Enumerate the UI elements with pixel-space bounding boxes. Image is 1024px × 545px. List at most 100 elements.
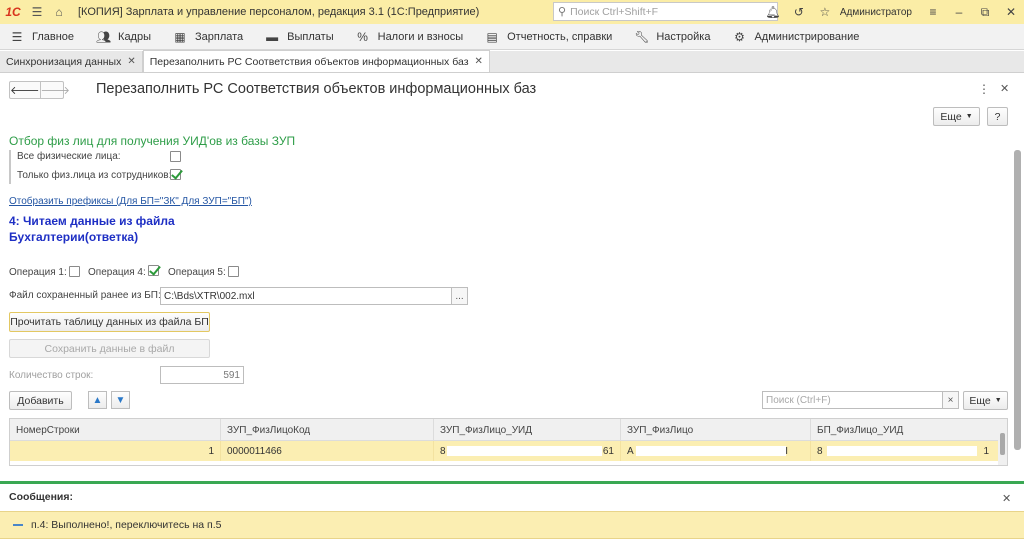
- global-search-input[interactable]: ⚲ Поиск Ctrl+Shift+F: [553, 2, 778, 21]
- move-up-icon[interactable]: ▲: [88, 391, 107, 409]
- history-nav: 🡐 🡒: [9, 81, 70, 99]
- form-close-icon[interactable]: ✕: [1000, 82, 1009, 95]
- tab-refill-register[interactable]: Перезаполнить РС Соответствия объектов и…: [142, 50, 490, 72]
- all-persons-label: Все физические лица:: [17, 151, 121, 162]
- tab-sync-data[interactable]: Синхронизация данных ✕: [0, 51, 143, 72]
- bell-icon[interactable]: 🔔︎: [760, 5, 786, 19]
- global-search-placeholder: Поиск Ctrl+Shift+F: [570, 5, 659, 18]
- window-title-bar: 1С ☰ ⌂ [КОПИЯ] Зарплата и управление пер…: [0, 0, 1024, 24]
- report-icon: ▤: [486, 29, 498, 44]
- operation-1-checkbox[interactable]: [69, 266, 80, 277]
- wrench-icon: 🔧︎: [634, 29, 650, 44]
- browse-file-button[interactable]: ...: [451, 287, 468, 305]
- home-icon[interactable]: ⌂: [48, 0, 70, 24]
- title-bar-controls: 🔔︎ ↺ ☆ Администратор ≡ – ⧉ ✕: [760, 0, 1024, 24]
- table-scrollbar-thumb[interactable]: [1000, 433, 1005, 455]
- menu-item-settings[interactable]: 🔧︎ Настройка: [624, 24, 722, 50]
- hamburger-icon[interactable]: ☰: [26, 0, 48, 24]
- menu-item-main[interactable]: ☰ Главное: [0, 24, 86, 50]
- read-table-button[interactable]: Прочитать таблицу данных из файла БП: [9, 312, 210, 332]
- minimize-icon[interactable]: –: [946, 5, 972, 19]
- menu-item-reports[interactable]: ▤ Отчетность, справки: [475, 24, 624, 50]
- column-header[interactable]: БП_ФизЛицо_УИД: [811, 419, 999, 441]
- messages-title: Сообщения:: [9, 491, 74, 503]
- operation-4-label: Операция 4:: [88, 267, 146, 278]
- employees-only-checkbox[interactable]: [170, 169, 181, 180]
- table-search-input[interactable]: Поиск (Ctrl+F): [762, 391, 944, 409]
- help-button[interactable]: ?: [987, 107, 1008, 126]
- file-path-field[interactable]: C:\Bds\XTR\002.mxl: [160, 287, 452, 305]
- step-title: 4: Читаем данные из файла Бухгалтерии(от…: [9, 214, 175, 244]
- tab-close-icon[interactable]: ✕: [475, 56, 483, 67]
- row-count-label: Количество строк:: [9, 370, 94, 381]
- all-persons-checkbox[interactable]: [170, 151, 181, 162]
- form-title: Перезаполнить РС Соответствия объектов и…: [96, 81, 537, 97]
- message-marker-icon: [13, 524, 23, 526]
- menu-item-taxes[interactable]: % Налоги и взносы: [346, 24, 476, 50]
- close-icon[interactable]: ✕: [998, 5, 1024, 19]
- show-prefixes-link[interactable]: Отобразить префиксы (Для БП="ЗК" Для ЗУП…: [9, 196, 252, 207]
- group-divider: [9, 150, 11, 184]
- table-scrollbar[interactable]: [998, 419, 1007, 465]
- employees-only-label: Только физ.лица из сотрудников:: [17, 170, 172, 181]
- operation-1-label: Операция 1:: [9, 267, 67, 278]
- search-icon: ⚲: [558, 6, 567, 18]
- tab-close-icon[interactable]: ✕: [127, 56, 135, 67]
- menu-lines-icon[interactable]: ≡: [920, 5, 946, 19]
- calculator-icon: ▦: [174, 29, 186, 44]
- restore-icon[interactable]: ⧉: [972, 5, 998, 20]
- message-text: п.4: Выполнено!, переключитесь на п.5: [31, 519, 222, 531]
- clear-search-icon[interactable]: ×: [942, 391, 959, 409]
- column-header[interactable]: ЗУП_ФизЛицоКод: [221, 419, 434, 441]
- dropdown-arrow-icon: ▼: [994, 397, 1002, 404]
- back-arrow-icon[interactable]: 🡐: [10, 82, 40, 98]
- menu-item-salary[interactable]: ▦ Зарплата: [163, 24, 255, 50]
- menu-item-hr[interactable]: 👥︎ Кадры: [86, 24, 163, 50]
- operation-4-checkbox[interactable]: [148, 265, 159, 276]
- app-title: [КОПИЯ] Зарплата и управление персоналом…: [78, 6, 480, 18]
- star-icon[interactable]: ☆: [812, 5, 838, 19]
- filter-group-title: Отбор физ лиц для получения УИД'ов из ба…: [9, 134, 296, 148]
- form-scrollbar-thumb[interactable]: [1014, 150, 1021, 450]
- row-count-field: 591: [160, 366, 244, 384]
- form-more-icon[interactable]: ⋮: [978, 82, 990, 96]
- forward-arrow-icon[interactable]: 🡒: [39, 82, 70, 98]
- table-header: НомерСтроки ЗУП_ФизЛицоКод ЗУП_ФизЛицо_У…: [10, 419, 999, 441]
- wallet-icon: ▬: [266, 29, 279, 44]
- menu-item-admin[interactable]: ⚙ Администрирование: [722, 24, 871, 50]
- redaction-mask: [447, 446, 602, 456]
- operation-5-checkbox[interactable]: [228, 266, 239, 277]
- menu-icon: ☰: [11, 29, 23, 44]
- form-more-button[interactable]: Еще ▼: [933, 107, 980, 126]
- cell-zup-uid: 8 61: [434, 441, 621, 461]
- column-header[interactable]: ЗУП_ФизЛицо: [621, 419, 811, 441]
- dropdown-arrow-icon: ▼: [965, 113, 973, 120]
- current-user[interactable]: Администратор: [840, 7, 912, 18]
- messages-separator: [0, 481, 1024, 484]
- redaction-mask: [827, 446, 977, 456]
- data-table: НомерСтроки ЗУП_ФизЛицоКод ЗУП_ФизЛицо_У…: [9, 418, 1008, 466]
- cell-bp-uid: 8 1: [817, 445, 989, 457]
- history-icon[interactable]: ↺: [786, 5, 812, 19]
- percent-icon: %: [357, 29, 368, 44]
- cell-zup-person: А I: [621, 441, 811, 461]
- add-row-button[interactable]: Добавить: [9, 391, 72, 410]
- column-header[interactable]: НомерСтроки: [10, 419, 221, 441]
- cell-row-number: 1: [10, 441, 221, 461]
- file-label: Файл сохраненный ранее из БП:: [9, 290, 161, 301]
- form-scrollbar[interactable]: [1014, 150, 1021, 450]
- open-windows-tabs: Синхронизация данных ✕ Перезаполнить РС …: [0, 50, 1024, 73]
- messages-close-icon[interactable]: ✕: [1002, 492, 1011, 505]
- people-icon: 👥︎: [96, 29, 112, 44]
- table-row[interactable]: 1 0000011466 8 61 А I 8 1: [10, 441, 999, 461]
- move-down-icon[interactable]: ▼: [111, 391, 130, 409]
- table-more-button[interactable]: Еще ▼: [963, 391, 1008, 410]
- app-logo: 1С: [5, 5, 21, 19]
- message-item[interactable]: п.4: Выполнено!, переключитесь на п.5: [0, 511, 1024, 539]
- save-data-button[interactable]: Сохранить данные в файл: [9, 339, 210, 358]
- main-sections-menu: ☰ Главное 👥︎ Кадры ▦ Зарплата ▬ Выплаты % Нал…: [0, 24, 1024, 50]
- cell-zup-code: 0000011466: [221, 441, 434, 461]
- gear-icon: ⚙: [734, 29, 745, 44]
- menu-item-payments[interactable]: ▬ Выплаты: [255, 24, 345, 50]
- column-header[interactable]: ЗУП_ФизЛицо_УИД: [434, 419, 621, 441]
